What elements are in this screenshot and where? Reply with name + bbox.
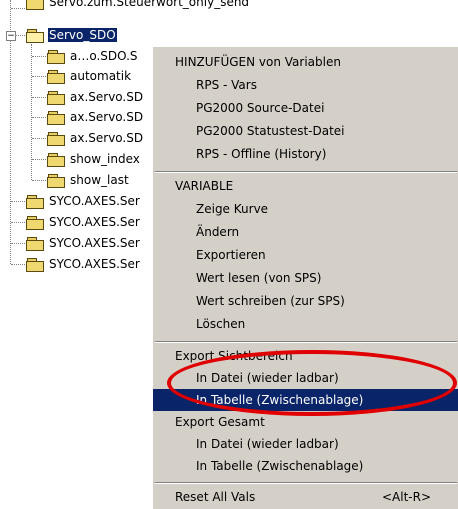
tree-item-label: SYCO.AXES.Ser [49, 215, 140, 229]
menu-item-aendern[interactable]: Ändern [153, 221, 458, 243]
menu-item-export-all-table[interactable]: In Tabelle (Zwischenablage) [153, 455, 458, 477]
menu-item-export-view-table[interactable]: In Tabelle (Zwischenablage) [153, 389, 458, 411]
menu-item-loeschen[interactable]: Löschen [153, 313, 458, 335]
tree-item-label: show_index [70, 152, 140, 166]
tree-item-label: Servo_SDO [47, 27, 118, 43]
folder-icon [47, 173, 65, 188]
menu-header-export-sichtbereich: Export Sichtbereich [175, 349, 293, 363]
menu-item-rps-offline[interactable]: RPS - Offline (History) [153, 143, 458, 165]
tree-item[interactable]: a…o.SDO.S [47, 47, 139, 65]
menu-item-zeige-kurve[interactable]: Zeige Kurve [153, 198, 458, 220]
folder-icon [26, 257, 44, 272]
tree-item[interactable]: show_index [47, 150, 141, 168]
menu-item-reset-all-vals[interactable]: Reset All Vals <Alt-R> [153, 486, 458, 508]
tree-item-label: ax.Servo.SD [70, 90, 144, 104]
menu-header-export-gesamt: Export Gesamt [175, 415, 265, 429]
tree-item-label: automatik [70, 69, 132, 83]
menu-item-rps-vars[interactable]: RPS - Vars [153, 74, 458, 96]
tree-item-label: SYCO.AXES.Ser [49, 194, 140, 208]
menu-separator [155, 171, 457, 173]
folder-icon [26, 0, 44, 10]
context-menu: HINZUFÜGEN von Variablen RPS - Vars PG20… [152, 46, 458, 509]
folder-icon [26, 236, 44, 251]
tree-view: Servo.zum.Steuerwort_only_send − Servo_S… [0, 0, 249, 300]
menu-item-pg2000-statustest[interactable]: PG2000 Statustest-Datei [153, 120, 458, 142]
tree-item-label: ax.Servo.SD [70, 110, 144, 124]
tree-item[interactable]: SYCO.AXES.Ser [26, 192, 141, 210]
folder-icon [47, 49, 65, 64]
folder-icon [47, 90, 65, 105]
tree-item[interactable]: ax.Servo.SD [47, 129, 144, 147]
tree-item[interactable]: show_last [47, 171, 130, 189]
folder-icon [47, 131, 65, 146]
menu-separator [155, 341, 457, 343]
folder-icon [47, 110, 65, 125]
tree-item[interactable]: SYCO.AXES.Ser [26, 255, 141, 273]
folder-icon [47, 152, 65, 167]
menu-item-export-all-file[interactable]: In Datei (wieder ladbar) [153, 433, 458, 455]
tree-item-label: SYCO.AXES.Ser [49, 236, 140, 250]
folder-icon [26, 215, 44, 230]
tree-item-label: show_last [70, 173, 129, 187]
menu-header-variable: VARIABLE [175, 179, 234, 193]
tree-item[interactable]: SYCO.AXES.Ser [26, 234, 141, 252]
tree-item-label: SYCO.AXES.Ser [49, 257, 140, 271]
tree-item-label: Servo.zum.Steuerwort_only_send [49, 0, 250, 9]
tree-item-label: ax.Servo.SD [70, 131, 144, 145]
tree-item-servo-sdo[interactable]: Servo_SDO [26, 26, 118, 44]
collapse-toggle[interactable]: − [6, 31, 16, 41]
menu-separator [155, 482, 457, 484]
tree-item[interactable]: ax.Servo.SD [47, 108, 144, 126]
menu-item-wert-lesen[interactable]: Wert lesen (von SPS) [153, 267, 458, 289]
menu-item-exportieren[interactable]: Exportieren [153, 244, 458, 266]
open-folder-icon [26, 28, 44, 43]
menu-header-add-variables: HINZUFÜGEN von Variablen [175, 55, 341, 69]
menu-item-wert-schreiben[interactable]: Wert schreiben (zur SPS) [153, 290, 458, 312]
tree-item-label: a…o.SDO.S [70, 49, 138, 63]
tree-item[interactable]: ax.Servo.SD [47, 88, 144, 106]
folder-icon [26, 194, 44, 209]
shortcut-label: <Alt-R> [381, 490, 431, 504]
tree-item[interactable]: Servo.zum.Steuerwort_only_send [26, 0, 250, 11]
tree-item[interactable]: SYCO.AXES.Ser [26, 213, 141, 231]
menu-item-export-view-file[interactable]: In Datei (wieder ladbar) [153, 367, 458, 389]
tree-item[interactable]: automatik [47, 67, 132, 85]
menu-item-pg2000-source[interactable]: PG2000 Source-Datei [153, 97, 458, 119]
folder-icon [47, 69, 65, 84]
